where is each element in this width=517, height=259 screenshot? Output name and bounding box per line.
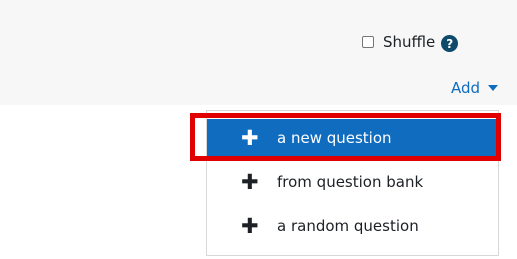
menu-item-label: a random question bbox=[277, 217, 419, 235]
menu-item-label: a new question bbox=[277, 129, 392, 147]
caret-down-icon bbox=[488, 85, 498, 91]
shuffle-label: Shuffle bbox=[383, 33, 436, 51]
plus-icon: ✚ bbox=[241, 213, 259, 238]
help-question-icon[interactable]: ? bbox=[441, 35, 459, 52]
menu-item-label: from question bank bbox=[277, 173, 424, 191]
menu-item-new-question[interactable]: ✚ a new question bbox=[207, 119, 498, 157]
add-dropdown-toggle[interactable]: Add bbox=[451, 79, 498, 97]
menu-item-from-question-bank[interactable]: ✚ from question bank bbox=[207, 163, 498, 201]
add-label: Add bbox=[450, 79, 480, 97]
add-dropdown-menu: ✚ a new question ✚ from question bank ✚ … bbox=[206, 110, 499, 256]
plus-icon: ✚ bbox=[241, 169, 259, 194]
plus-icon: ✚ bbox=[241, 125, 259, 150]
shuffle-checkbox[interactable] bbox=[362, 36, 374, 48]
menu-item-random-question[interactable]: ✚ a random question bbox=[207, 207, 498, 245]
shuffle-control[interactable]: Shuffle ? bbox=[362, 30, 459, 54]
